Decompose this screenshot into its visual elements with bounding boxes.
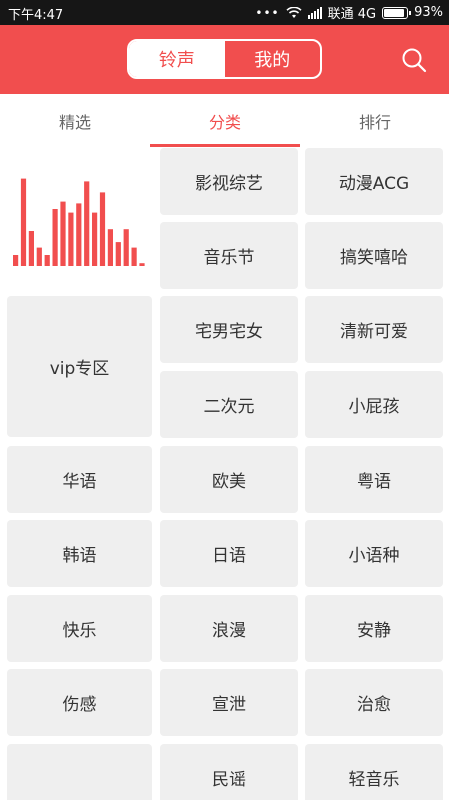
category-item[interactable]: 浪漫 [160, 595, 298, 662]
status-time: 下午4:47 [8, 8, 64, 23]
category-item[interactable]: 轻音乐 [305, 744, 443, 800]
notification-dots: ••• [255, 5, 280, 20]
equalizer-bar [36, 247, 42, 266]
carrier-label: 联通 4G [327, 7, 377, 22]
category-item[interactable]: 欧美 [160, 446, 298, 513]
equalizer-bar [99, 192, 105, 266]
category-item[interactable]: 小语种 [305, 520, 443, 587]
segment-control: 铃声 我的 [127, 39, 322, 79]
equalizer-bar [123, 229, 129, 266]
category-item[interactable]: 清新可爱 [305, 296, 443, 363]
segment-mine[interactable]: 我的 [225, 41, 321, 77]
equalizer-banner[interactable] [7, 148, 152, 289]
equalizer-bar [12, 255, 18, 266]
app-header: 铃声 我的 [0, 25, 449, 94]
category-item[interactable]: 音乐节 [160, 222, 298, 289]
status-icons: ••• 联通 4G 93% [255, 3, 443, 22]
category-item[interactable]: 宅男宅女 [160, 296, 298, 363]
segment-ringtones[interactable]: 铃声 [129, 41, 225, 77]
equalizer-bar [131, 247, 137, 266]
category-item[interactable]: 伤感 [7, 669, 152, 736]
category-item[interactable]: 安静 [305, 595, 443, 662]
category-grid: vip专区 华语 韩语 快乐 伤感 影视综艺 音乐节 宅男宅女 二次元 欧美 日… [0, 148, 449, 800]
equalizer-bar [20, 178, 26, 266]
category-item[interactable]: 搞笑嘻哈 [305, 222, 443, 289]
search-icon[interactable] [401, 47, 427, 73]
signal-icon [307, 6, 322, 19]
category-item[interactable]: 动漫ACG [305, 148, 443, 215]
category-vip[interactable]: vip专区 [7, 296, 152, 437]
wifi-icon [286, 6, 302, 18]
tab-categories[interactable]: 分类 [150, 94, 300, 148]
category-item[interactable]: 华语 [7, 446, 152, 513]
equalizer-bar [67, 212, 73, 266]
category-item[interactable]: 宣泄 [160, 669, 298, 736]
equalizer-bar [138, 263, 145, 266]
equalizer-bar [52, 209, 58, 266]
equalizer-bar [91, 212, 97, 266]
equalizer-bars-icon [12, 178, 145, 266]
category-item[interactable]: 治愈 [305, 669, 443, 736]
category-item[interactable]: 日语 [160, 520, 298, 587]
category-item[interactable]: 民谣 [160, 744, 298, 800]
tab-ranking[interactable]: 排行 [300, 94, 449, 148]
status-bar: 下午4:47 ••• 联通 4G 93% [0, 0, 449, 25]
battery-percent: 93% [414, 5, 443, 20]
category-item[interactable]: 粤语 [305, 446, 443, 513]
category-item[interactable]: 二次元 [160, 371, 298, 438]
equalizer-bar [75, 203, 81, 266]
battery-icon [382, 6, 412, 19]
category-tabs: 精选 分类 排行 [0, 94, 449, 148]
category-item[interactable]: 快乐 [7, 595, 152, 662]
equalizer-bar [59, 201, 66, 266]
equalizer-bar [44, 255, 50, 266]
category-item[interactable]: 影视综艺 [160, 148, 298, 215]
category-item[interactable]: 韩语 [7, 520, 152, 587]
tab-indicator [150, 144, 300, 147]
tab-featured[interactable]: 精选 [0, 94, 150, 148]
category-item[interactable] [7, 744, 152, 800]
category-item[interactable]: 小屁孩 [305, 371, 443, 438]
equalizer-bar [28, 231, 34, 266]
equalizer-bar [115, 242, 121, 266]
equalizer-bar [107, 229, 113, 266]
equalizer-bar [83, 181, 89, 266]
